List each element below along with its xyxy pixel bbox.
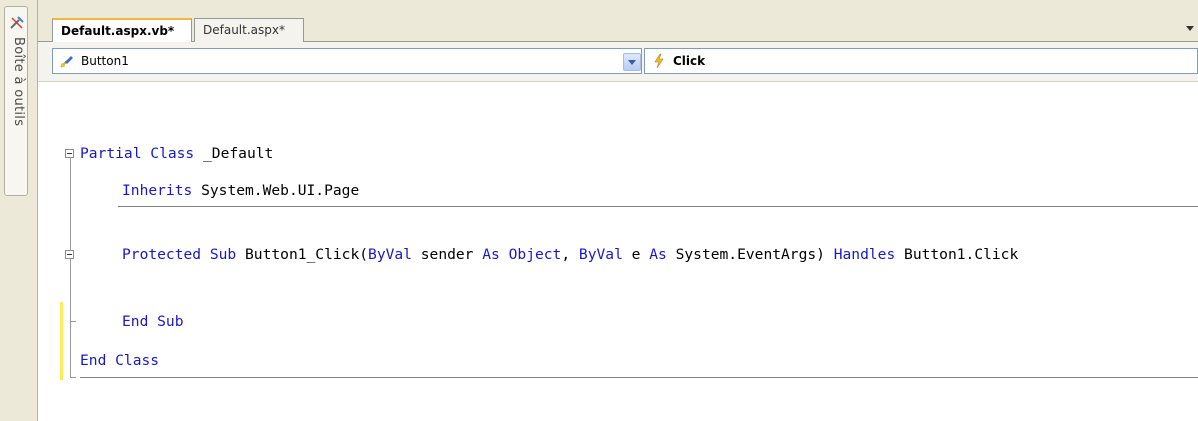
code-editor[interactable]: Partial Class _Default Inherits System.W… (38, 82, 1198, 421)
keyword: Protected Sub (122, 246, 237, 263)
keyword: As Object (482, 246, 562, 263)
outline-end-marker (70, 321, 76, 322)
identifier: , (561, 246, 579, 263)
keyword: End Sub (122, 313, 184, 330)
control-icon (60, 56, 73, 68)
tab-default-aspx-vb[interactable]: Default.aspx.vb* (52, 18, 192, 43)
identifier: System.EventArgs) (666, 246, 834, 263)
keyword: Partial Class (80, 145, 195, 162)
procedure-separator (118, 206, 1198, 207)
tab-default-aspx[interactable]: Default.aspx* (194, 18, 304, 42)
event-icon (654, 53, 664, 69)
outline-end-marker (70, 377, 76, 378)
outline-guide-line (70, 158, 71, 377)
code-line-5: End Class (80, 352, 159, 370)
class-name-value: Button1 (81, 54, 129, 68)
identifier: Button1.Click (895, 246, 1019, 263)
identifier: e (622, 246, 650, 263)
toolbox-icon (10, 16, 24, 29)
collapse-class-icon[interactable] (65, 149, 74, 158)
code-line-2: Inherits System.Web.UI.Page (122, 182, 359, 200)
toolbox-label: Boîte à outils (11, 37, 26, 127)
identifier: sender (411, 246, 483, 263)
code-navigation-bar: Button1 Click (38, 42, 1198, 82)
code-line-3: Protected Sub Button1_Click(ByVal sender… (122, 246, 1018, 264)
procedure-separator (80, 377, 1198, 378)
identifier: Button1_Click( (236, 246, 369, 263)
collapse-sub-icon[interactable] (65, 250, 74, 259)
document-tab-strip: Default.aspx.vb* Default.aspx* (38, 0, 1198, 43)
keyword: Inherits (122, 182, 193, 199)
keyword: As (649, 246, 667, 263)
tab-list-arrow-icon[interactable] (1186, 26, 1194, 31)
chevron-down-icon[interactable] (623, 53, 641, 71)
method-name-dropdown[interactable]: Click (644, 48, 1198, 74)
toolbox-panel: Boîte à outils (0, 0, 38, 421)
keyword: Handles (833, 246, 896, 263)
change-tracking-bar (60, 302, 63, 380)
identifier: _Default (194, 145, 274, 162)
keyword: ByVal (368, 246, 412, 263)
toolbox-tab[interactable]: Boîte à outils (4, 6, 28, 196)
class-name-dropdown[interactable]: Button1 (52, 48, 642, 74)
code-line-1: Partial Class _Default (80, 145, 273, 163)
method-name-value: Click (673, 54, 706, 68)
keyword: ByVal (578, 246, 623, 263)
code-line-4: End Sub (122, 313, 184, 331)
identifier: System.Web.UI.Page (192, 182, 360, 199)
keyword: End Class (80, 352, 160, 369)
